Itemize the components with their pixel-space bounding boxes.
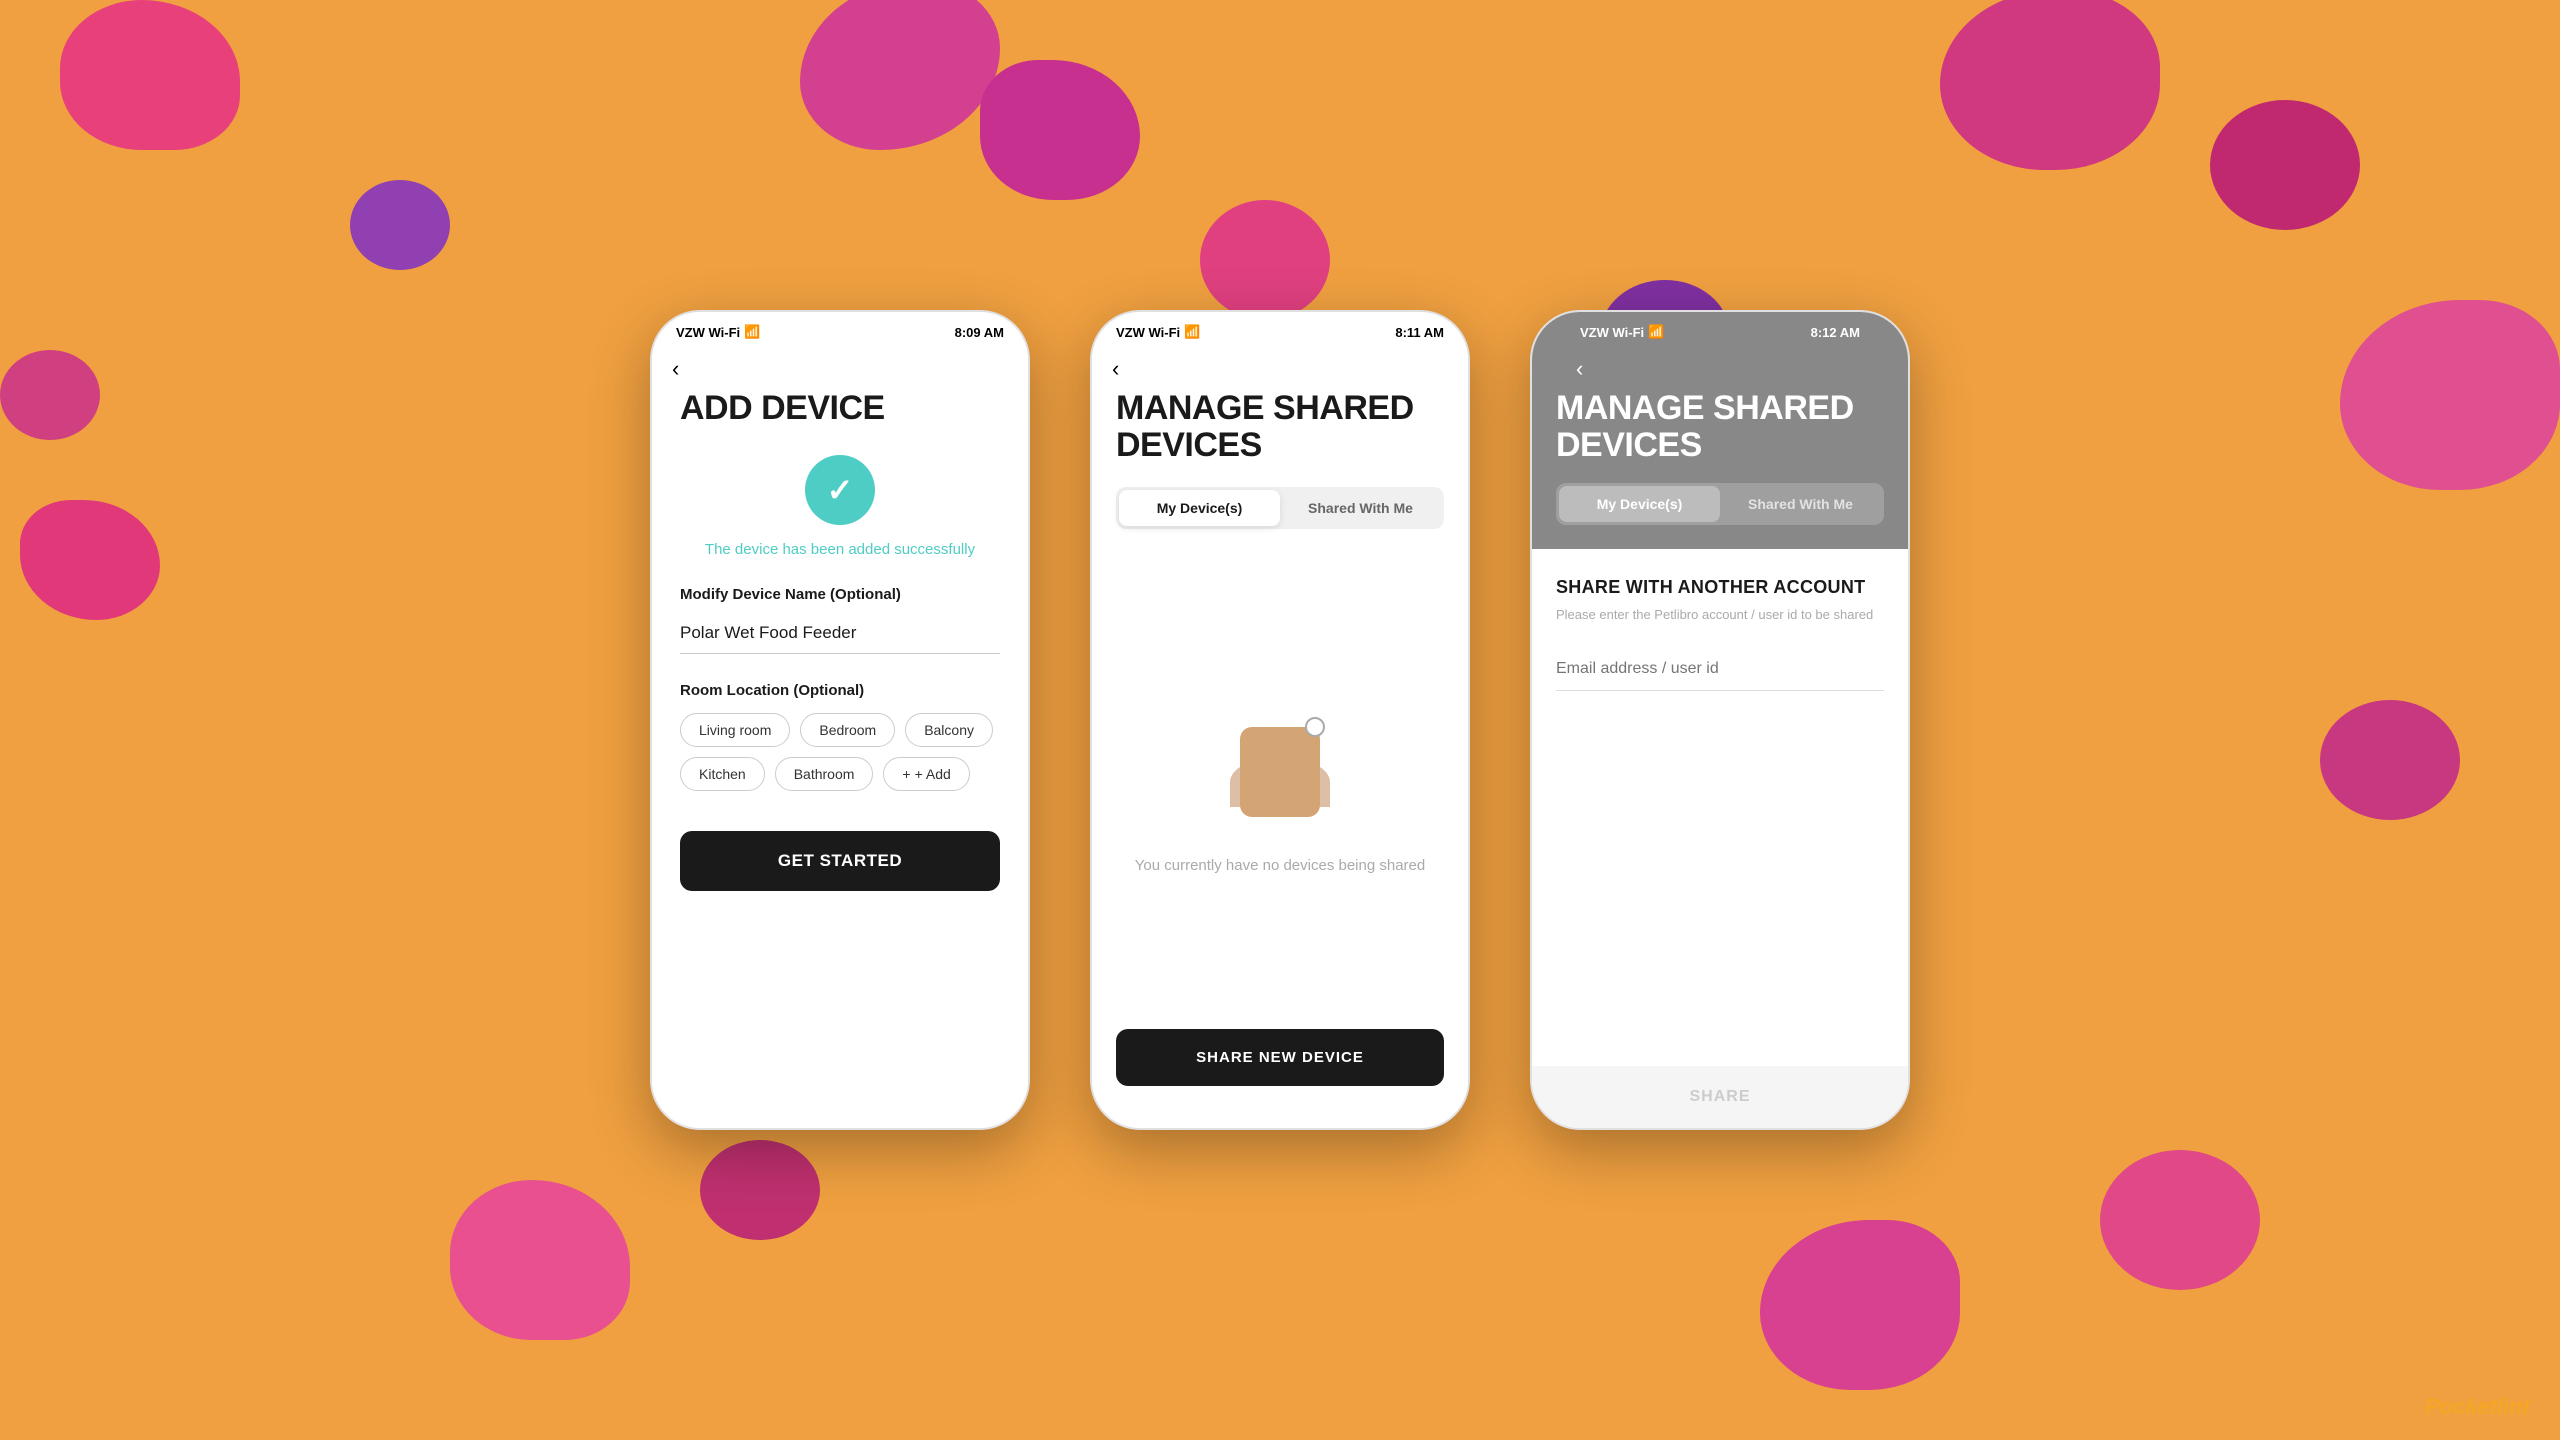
bg-blob-7 (0, 350, 100, 440)
room-chip-balcony[interactable]: Balcony (905, 713, 993, 747)
feeder-body (1240, 727, 1320, 817)
phone3-top-section: VZW Wi-Fi 📶 8:12 AM ‹ MANAGE SHARED DEVI… (1532, 312, 1908, 549)
watermark-highlight: P (2425, 1394, 2440, 1419)
room-chip-bedroom[interactable]: Bedroom (800, 713, 895, 747)
room-chip-kitchen[interactable]: Kitchen (680, 757, 765, 791)
room-chip-bathroom[interactable]: Bathroom (775, 757, 874, 791)
bg-blob-3 (980, 60, 1140, 200)
phone-share-account: VZW Wi-Fi 📶 8:12 AM ‹ MANAGE SHARED DEVI… (1530, 310, 1910, 1130)
phone1-inner: VZW Wi-Fi 📶 8:09 AM ‹ ADD DEVICE ✓ The d… (652, 312, 1028, 1128)
phone1-content: ADD DEVICE ✓ The device has been added s… (652, 390, 1028, 891)
checkmark-icon: ✓ (827, 471, 854, 509)
phone3-time: 8:12 AM (1811, 325, 1860, 340)
bg-blob-1 (60, 0, 240, 150)
phone3-tab-bar: My Device(s) Shared With Me (1556, 483, 1884, 525)
bg-blob-15 (350, 180, 450, 270)
phone2-status-bar: VZW Wi-Fi 📶 8:11 AM (1092, 312, 1468, 348)
phone3-page-title: MANAGE SHARED DEVICES (1556, 390, 1884, 465)
phone1-back-button[interactable]: ‹ (652, 348, 1028, 390)
bg-blob-13 (2340, 300, 2560, 490)
success-message: The device has been added successfully (680, 541, 1000, 558)
phone3-status-bar: VZW Wi-Fi 📶 8:12 AM (1556, 312, 1884, 348)
phone2-title-text: MANAGE SHARED DEVICES (1116, 389, 1414, 464)
bg-blob-4 (1200, 200, 1330, 320)
share-with-account-title: SHARE WITH ANOTHER ACCOUNT (1556, 577, 1884, 598)
phone1-wifi-icon: 📶 (744, 324, 760, 340)
share-subtitle: Please enter the Petlibro account / user… (1556, 606, 1884, 624)
tab-shared-with-me[interactable]: Shared With Me (1280, 490, 1441, 526)
phone3-tab-my-devices[interactable]: My Device(s) (1559, 486, 1720, 522)
watermark-text: ocketlint (2440, 1394, 2530, 1419)
bg-blob-14 (2320, 700, 2460, 820)
device-name-label: Modify Device Name (Optional) (680, 586, 1000, 603)
share-button[interactable]: SHARE (1532, 1066, 1908, 1128)
room-chip-add[interactable]: + + Add (883, 757, 969, 791)
phone3-inner: VZW Wi-Fi 📶 8:12 AM ‹ MANAGE SHARED DEVI… (1532, 312, 1908, 1128)
bg-blob-6 (2210, 100, 2360, 230)
plus-icon: + (902, 766, 910, 782)
phone1-time: 8:09 AM (955, 325, 1004, 340)
phone2-back-button[interactable]: ‹ (1092, 348, 1468, 390)
email-input[interactable] (1556, 648, 1884, 691)
phones-container: VZW Wi-Fi 📶 8:09 AM ‹ ADD DEVICE ✓ The d… (650, 310, 1910, 1130)
bg-blob-9 (450, 1180, 630, 1340)
phone3-back-button[interactable]: ‹ (1556, 348, 1884, 390)
feeder-circle-icon (1305, 717, 1325, 737)
bg-blob-12 (2100, 1150, 2260, 1290)
phone3-status-left: VZW Wi-Fi 📶 (1580, 324, 1664, 340)
phone-manage-shared: VZW Wi-Fi 📶 8:11 AM ‹ MANAGE SHARED DEVI… (1090, 310, 1470, 1130)
phone3-wifi-icon: 📶 (1648, 324, 1664, 340)
empty-state-text: You currently have no devices being shar… (1135, 857, 1425, 874)
phone2-wifi-icon: 📶 (1184, 324, 1200, 340)
phone2-status-left: VZW Wi-Fi 📶 (1116, 324, 1200, 340)
bg-blob-11 (1760, 1220, 1960, 1390)
bg-blob-2 (800, 0, 1000, 150)
get-started-button[interactable]: GET STARTED (680, 831, 1000, 891)
phone1-status-left: VZW Wi-Fi 📶 (676, 324, 760, 340)
phone1-page-title: ADD DEVICE (680, 390, 1000, 427)
room-chip-living-room[interactable]: Living room (680, 713, 790, 747)
room-chips-container: Living room Bedroom Balcony Kitchen Bath… (680, 713, 1000, 791)
watermark: Pocketlint (2425, 1394, 2530, 1420)
phone3-bottom-section: SHARE WITH ANOTHER ACCOUNT Please enter … (1532, 549, 1908, 731)
phone2-carrier: VZW Wi-Fi (1116, 325, 1180, 340)
phone3-tab-shared-with-me[interactable]: Shared With Me (1720, 486, 1881, 522)
feeder-illustration (1215, 707, 1345, 837)
tab-my-devices[interactable]: My Device(s) (1119, 490, 1280, 526)
add-label: + Add (915, 766, 951, 782)
bg-blob-10 (700, 1140, 820, 1240)
phone2-time: 8:11 AM (1395, 325, 1444, 340)
phone-add-device: VZW Wi-Fi 📶 8:09 AM ‹ ADD DEVICE ✓ The d… (650, 310, 1030, 1130)
phone3-carrier: VZW Wi-Fi (1580, 325, 1644, 340)
success-icon-container: ✓ (680, 455, 1000, 525)
phone2-content: MANAGE SHARED DEVICES My Device(s) Share… (1092, 390, 1468, 1106)
phone1-status-bar: VZW Wi-Fi 📶 8:09 AM (652, 312, 1028, 348)
phone2-page-title: MANAGE SHARED DEVICES (1116, 390, 1444, 465)
phone1-carrier: VZW Wi-Fi (676, 325, 740, 340)
success-circle: ✓ (805, 455, 875, 525)
phone2-inner: VZW Wi-Fi 📶 8:11 AM ‹ MANAGE SHARED DEVI… (1092, 312, 1468, 1128)
bg-blob-8 (20, 500, 160, 620)
share-new-device-button[interactable]: SHARE NEW DEVICE (1116, 1029, 1444, 1086)
room-location-label: Room Location (Optional) (680, 682, 1000, 699)
bg-blob-5 (1940, 0, 2160, 170)
empty-state: You currently have no devices being shar… (1116, 553, 1444, 1029)
device-name-input[interactable] (680, 613, 1000, 654)
phone2-tab-bar: My Device(s) Shared With Me (1116, 487, 1444, 529)
